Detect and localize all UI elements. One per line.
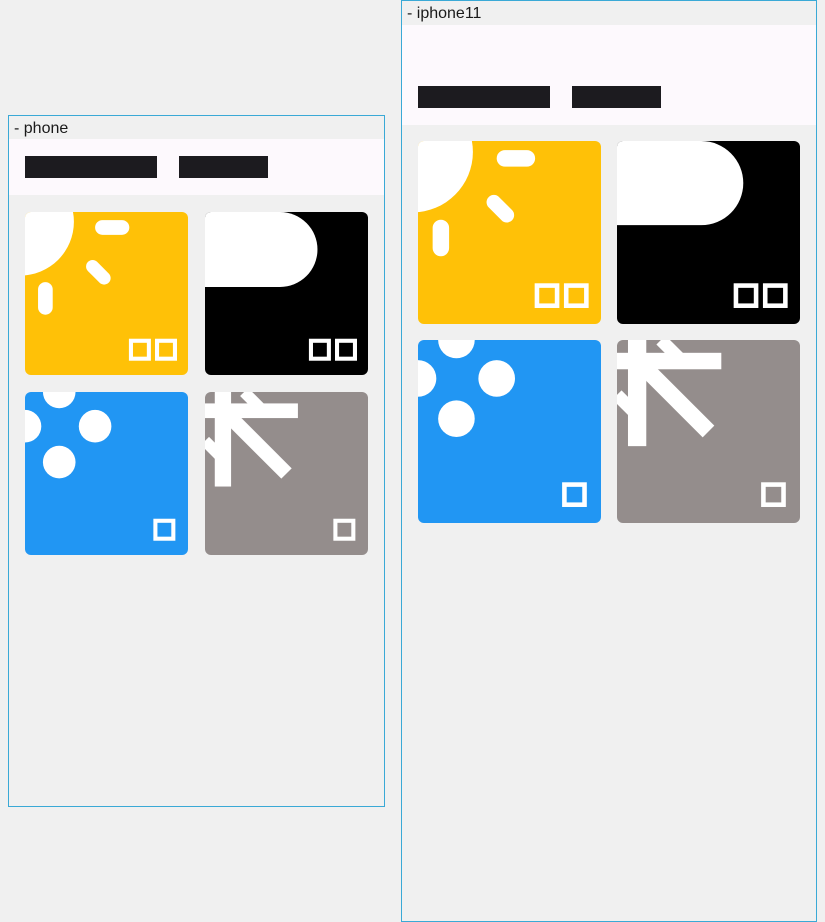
tile-graphic [418, 141, 589, 308]
iphone11-frame: - iphone11 [401, 0, 817, 922]
redacted-subtitle-bar [179, 156, 268, 178]
app-bar [9, 139, 384, 195]
tile-graphic [617, 340, 786, 507]
double-square-badge-icon [733, 283, 788, 308]
weather-tile-sunny[interactable] [25, 212, 188, 375]
weather-tile-night[interactable] [617, 141, 800, 324]
square-badge-icon [333, 518, 356, 541]
double-square-badge-icon [534, 283, 589, 308]
square-badge-icon [761, 482, 786, 507]
moon-icon [205, 212, 318, 287]
weather-tile-sunny[interactable] [418, 141, 601, 324]
tile-graphic [25, 212, 177, 361]
redacted-title-bar [418, 86, 550, 108]
snowflake-icon [617, 340, 722, 447]
iphone11-frame-label: - iphone11 [407, 5, 482, 22]
tile-graphic [617, 141, 788, 308]
redacted-title-bar [25, 156, 157, 178]
square-badge-icon [153, 518, 176, 541]
tile-graphic [205, 392, 356, 541]
phone-frame: - phone [8, 115, 385, 807]
redacted-subtitle-bar [572, 86, 661, 108]
rain-drops-icon [418, 340, 515, 437]
tile-graphic [25, 392, 176, 541]
tile-graphic [418, 340, 587, 507]
weather-tile-night[interactable] [205, 212, 368, 375]
snowflake-icon [205, 392, 298, 487]
double-square-badge-icon [128, 338, 177, 361]
tile-graphic [205, 212, 357, 361]
sun-icon [25, 212, 130, 315]
weather-tile-snow[interactable] [205, 392, 368, 555]
app-bar [402, 25, 816, 125]
sun-icon [418, 141, 536, 257]
square-badge-icon [562, 482, 587, 507]
rain-drops-icon [25, 392, 112, 479]
weather-tile-rain[interactable] [25, 392, 188, 555]
double-square-badge-icon [308, 338, 357, 361]
moon-icon [617, 141, 744, 226]
phone-frame-label: - phone [14, 120, 69, 137]
weather-tile-snow[interactable] [617, 340, 800, 523]
weather-tile-rain[interactable] [418, 340, 601, 523]
